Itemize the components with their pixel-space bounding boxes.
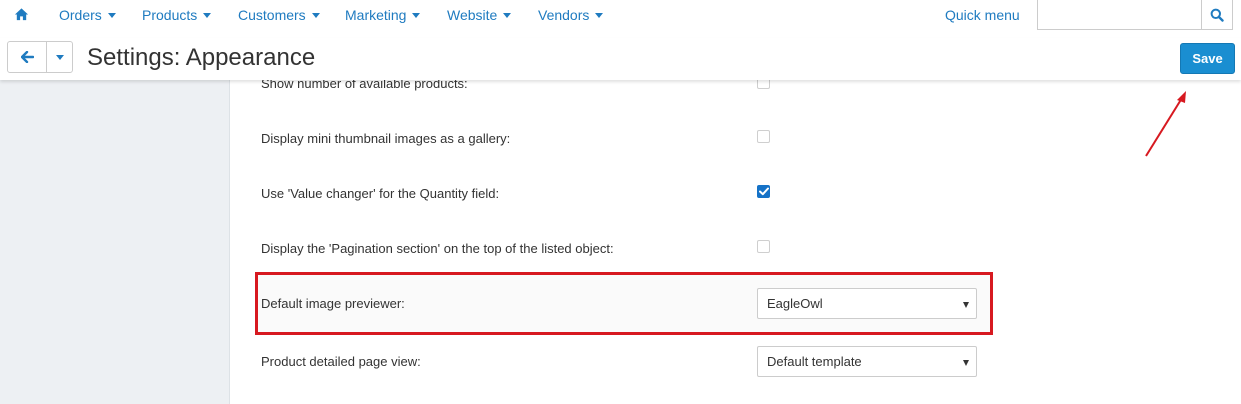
back-dropdown-button[interactable] <box>46 41 73 73</box>
nav-website-label: Website <box>447 7 498 23</box>
setting-label-value-changer: Use 'Value changer' for the Quantity fie… <box>261 186 500 201</box>
checkbox-thumbnail-gallery[interactable] <box>757 130 770 143</box>
arrow-left-icon <box>20 51 34 63</box>
image-previewer-value: EagleOwl <box>767 296 823 311</box>
nav-marketing[interactable]: Marketing <box>345 7 421 23</box>
quick-menu-link[interactable]: Quick menu <box>945 7 1020 23</box>
chevron-down-icon <box>107 13 116 18</box>
chevron-down-icon <box>412 13 421 18</box>
search-input[interactable] <box>1037 0 1202 30</box>
top-navigation: Orders Products Customers Marketing Webs… <box>0 0 1241 30</box>
chevron-down-icon <box>503 13 512 18</box>
chevron-down-icon <box>55 54 64 60</box>
chevron-down-icon <box>595 13 604 18</box>
search-button[interactable] <box>1201 0 1233 30</box>
nav-products[interactable]: Products <box>142 7 212 23</box>
nav-vendors[interactable]: Vendors <box>538 7 604 23</box>
page-title: Settings: Appearance <box>87 44 316 71</box>
setting-label-product-view: Product detailed page view: <box>261 354 421 369</box>
chevron-down-icon <box>311 13 320 18</box>
left-sidebar <box>0 80 230 404</box>
checkbox-value-changer[interactable] <box>757 185 770 198</box>
nav-vendors-label: Vendors <box>538 7 590 23</box>
chevron-down-icon <box>963 360 969 366</box>
setting-label-pagination: Display the 'Pagination section' on the … <box>261 241 614 256</box>
back-button[interactable] <box>7 41 47 73</box>
checkbox-pagination[interactable] <box>757 240 770 253</box>
nav-customers-label: Customers <box>238 7 306 23</box>
image-previewer-select[interactable]: EagleOwl <box>757 288 977 319</box>
product-view-select[interactable]: Default template <box>757 346 977 377</box>
home-icon[interactable] <box>14 7 29 22</box>
page-header: Settings: Appearance Save <box>0 38 1241 80</box>
nav-marketing-label: Marketing <box>345 7 407 23</box>
chevron-down-icon <box>963 302 969 308</box>
nav-website[interactable]: Website <box>447 7 512 23</box>
checkmark-icon <box>758 187 769 196</box>
product-view-value: Default template <box>767 354 862 369</box>
save-button[interactable]: Save <box>1180 43 1235 74</box>
chevron-down-icon <box>203 13 212 18</box>
nav-products-label: Products <box>142 7 198 23</box>
nav-customers[interactable]: Customers <box>238 7 320 23</box>
search-icon <box>1210 8 1224 22</box>
setting-label-thumbnail-gallery: Display mini thumbnail images as a galle… <box>261 131 511 146</box>
setting-label-image-previewer: Default image previewer: <box>261 296 405 311</box>
nav-orders-label: Orders <box>59 7 102 23</box>
nav-orders[interactable]: Orders <box>59 7 116 23</box>
